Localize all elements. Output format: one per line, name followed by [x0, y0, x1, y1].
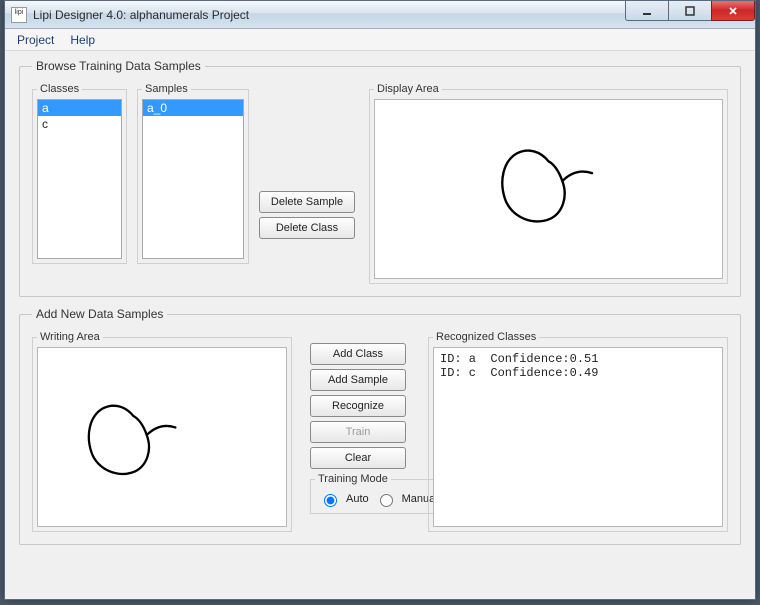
writing-area[interactable] — [37, 347, 287, 527]
app-icon: lipi — [11, 7, 27, 23]
recognized-panel: Recognized Classes ID: a Confidence:0.51… — [428, 331, 728, 532]
classes-panel: Classes ac — [32, 83, 127, 264]
browse-group-label: Browse Training Data Samples — [32, 59, 205, 73]
add-group: Add New Data Samples Writing Area Add Cl… — [19, 307, 741, 545]
minimize-button[interactable] — [625, 1, 669, 21]
training-mode-auto-label: Auto — [346, 493, 369, 505]
class-item[interactable]: c — [38, 116, 121, 132]
samples-label: Samples — [142, 83, 191, 95]
classes-label: Classes — [37, 83, 82, 95]
training-mode-manual-radio[interactable] — [380, 494, 393, 507]
recognize-button[interactable]: Recognize — [310, 395, 406, 417]
train-button[interactable]: Train — [310, 421, 406, 443]
menubar: Project Help — [5, 29, 755, 51]
browse-group: Browse Training Data Samples Classes ac … — [19, 59, 741, 297]
close-button[interactable] — [711, 1, 755, 21]
menu-project[interactable]: Project — [9, 31, 62, 49]
browse-buttons: Delete Sample Delete Class — [259, 191, 359, 243]
client-area: Browse Training Data Samples Classes ac … — [5, 51, 755, 565]
clear-button[interactable]: Clear — [310, 447, 406, 469]
display-panel: Display Area — [369, 83, 728, 284]
add-group-label: Add New Data Samples — [32, 307, 167, 321]
app-window: lipi Lipi Designer 4.0: alphanumerals Pr… — [4, 0, 756, 600]
classes-listbox[interactable]: ac — [37, 99, 122, 259]
recognized-label: Recognized Classes — [433, 331, 539, 343]
display-label: Display Area — [374, 83, 442, 95]
delete-sample-button[interactable]: Delete Sample — [259, 191, 355, 213]
delete-class-button[interactable]: Delete Class — [259, 217, 355, 239]
maximize-button[interactable] — [668, 1, 712, 21]
add-class-button[interactable]: Add Class — [310, 343, 406, 365]
window-title: Lipi Designer 4.0: alphanumerals Project — [33, 8, 249, 22]
recognized-classes-box: ID: a Confidence:0.51 ID: c Confidence:0… — [433, 347, 723, 527]
display-area — [374, 99, 723, 279]
sample-item[interactable]: a_0 — [143, 100, 243, 116]
samples-listbox[interactable]: a_0 — [142, 99, 244, 259]
training-mode-group: Training Mode Auto Manual — [310, 473, 447, 514]
menu-help[interactable]: Help — [62, 31, 103, 49]
samples-panel: Samples a_0 — [137, 83, 249, 264]
class-item[interactable]: a — [38, 100, 121, 116]
training-mode-auto-radio[interactable] — [324, 494, 337, 507]
add-sample-button[interactable]: Add Sample — [310, 369, 406, 391]
writing-label: Writing Area — [37, 331, 103, 343]
add-buttons: Add Class Add Sample Recognize Train Cle… — [310, 343, 410, 514]
titlebar[interactable]: lipi Lipi Designer 4.0: alphanumerals Pr… — [5, 1, 755, 29]
writing-panel: Writing Area — [32, 331, 292, 532]
training-mode-label: Training Mode — [315, 473, 391, 485]
window-buttons — [626, 1, 755, 21]
